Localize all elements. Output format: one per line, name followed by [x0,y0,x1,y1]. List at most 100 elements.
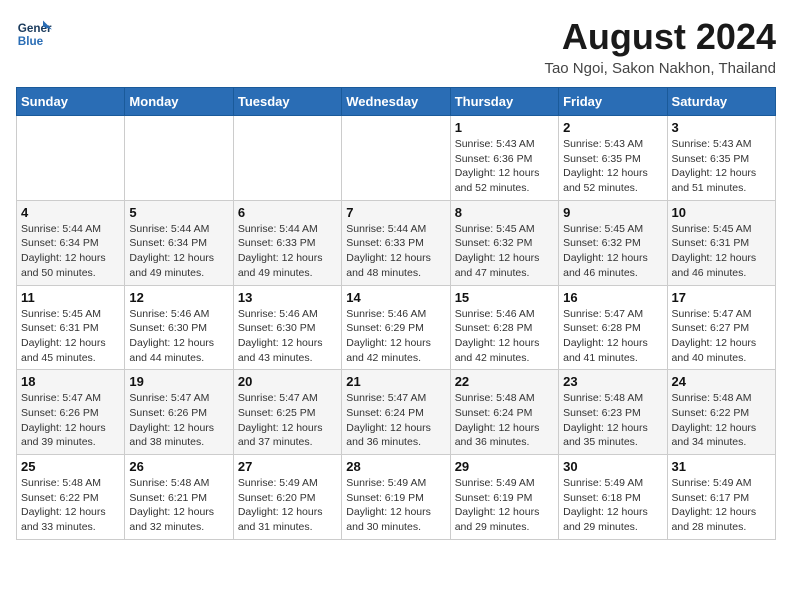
day-cell [342,116,450,201]
day-cell: 17Sunrise: 5:47 AM Sunset: 6:27 PM Dayli… [667,285,775,370]
day-info: Sunrise: 5:49 AM Sunset: 6:19 PM Dayligh… [346,476,445,535]
day-number: 11 [21,290,120,305]
day-info: Sunrise: 5:44 AM Sunset: 6:34 PM Dayligh… [129,222,228,281]
week-row-3: 11Sunrise: 5:45 AM Sunset: 6:31 PM Dayli… [17,285,776,370]
day-number: 14 [346,290,445,305]
day-cell: 2 Sunrise: 5:43 AM Sunset: 6:35 PM Daylig… [559,116,667,201]
svg-text:Blue: Blue [18,35,44,48]
week-row-4: 18 Sunrise: 5:47 AM Sunset: 6:26 PM Dayli… [17,370,776,455]
day-info: Sunrise: 5:48 AM Sunset: 6:24 PM Dayligh… [455,391,554,450]
day-cell: 21Sunrise: 5:47 AM Sunset: 6:24 PM Dayli… [342,370,450,455]
calendar-body: 1 Sunrise: 5:43 AM Sunset: 6:36 PM Daylig… [17,116,776,540]
day-info: Sunrise: 5:45 AM Sunset: 6:32 PM Dayligh… [563,222,662,281]
header-cell-thursday: Thursday [450,88,558,116]
day-cell: 3Sunrise: 5:43 AM Sunset: 6:35 PM Daylig… [667,116,775,201]
calendar-title: August 2024 [544,16,776,58]
calendar-table: SundayMondayTuesdayWednesdayThursdayFrid… [16,87,776,540]
day-info: Sunrise: 5:45 AM Sunset: 6:31 PM Dayligh… [672,222,771,281]
header-cell-saturday: Saturday [667,88,775,116]
day-info: Sunrise: 5:46 AM Sunset: 6:30 PM Dayligh… [238,307,337,366]
day-cell: 1 Sunrise: 5:43 AM Sunset: 6:36 PM Daylig… [450,116,558,201]
day-number: 20 [238,374,337,389]
day-cell: 22 Sunrise: 5:48 AM Sunset: 6:24 PM Dayli… [450,370,558,455]
week-row-1: 1 Sunrise: 5:43 AM Sunset: 6:36 PM Daylig… [17,116,776,201]
day-info: Sunrise: 5:44 AM Sunset: 6:34 PM Dayligh… [21,222,120,281]
header-cell-sunday: Sunday [17,88,125,116]
day-number: 4 [21,205,120,220]
day-info: Sunrise: 5:44 AM Sunset: 6:33 PM Dayligh… [346,222,445,281]
day-cell: 30Sunrise: 5:49 AM Sunset: 6:18 PM Dayli… [559,455,667,540]
day-number: 1 [455,120,554,135]
day-info: Sunrise: 5:49 AM Sunset: 6:19 PM Dayligh… [455,476,554,535]
day-number: 19 [129,374,228,389]
day-cell [125,116,233,201]
day-cell: 9 Sunrise: 5:45 AM Sunset: 6:32 PM Daylig… [559,200,667,285]
calendar-header-row: SundayMondayTuesdayWednesdayThursdayFrid… [17,88,776,116]
day-info: Sunrise: 5:45 AM Sunset: 6:32 PM Dayligh… [455,222,554,281]
header-cell-monday: Monday [125,88,233,116]
day-cell [233,116,341,201]
day-info: Sunrise: 5:48 AM Sunset: 6:21 PM Dayligh… [129,476,228,535]
day-number: 3 [672,120,771,135]
logo-icon: General Blue [16,16,52,52]
day-number: 9 [563,205,662,220]
day-cell: 4 Sunrise: 5:44 AM Sunset: 6:34 PM Daylig… [17,200,125,285]
day-number: 22 [455,374,554,389]
day-cell: 27 Sunrise: 5:49 AM Sunset: 6:20 PM Dayli… [233,455,341,540]
header-cell-friday: Friday [559,88,667,116]
day-info: Sunrise: 5:47 AM Sunset: 6:24 PM Dayligh… [346,391,445,450]
logo: General Blue [16,16,52,52]
day-cell: 8 Sunrise: 5:45 AM Sunset: 6:32 PM Daylig… [450,200,558,285]
day-number: 7 [346,205,445,220]
day-number: 8 [455,205,554,220]
day-number: 27 [238,459,337,474]
day-cell [17,116,125,201]
week-row-2: 4 Sunrise: 5:44 AM Sunset: 6:34 PM Daylig… [17,200,776,285]
day-info: Sunrise: 5:46 AM Sunset: 6:30 PM Dayligh… [129,307,228,366]
day-number: 23 [563,374,662,389]
day-cell: 25 Sunrise: 5:48 AM Sunset: 6:22 PM Dayli… [17,455,125,540]
day-info: Sunrise: 5:46 AM Sunset: 6:29 PM Dayligh… [346,307,445,366]
day-number: 13 [238,290,337,305]
day-cell: 10Sunrise: 5:45 AM Sunset: 6:31 PM Dayli… [667,200,775,285]
day-info: Sunrise: 5:43 AM Sunset: 6:36 PM Dayligh… [455,137,554,196]
day-cell: 20Sunrise: 5:47 AM Sunset: 6:25 PM Dayli… [233,370,341,455]
day-number: 12 [129,290,228,305]
day-cell: 28Sunrise: 5:49 AM Sunset: 6:19 PM Dayli… [342,455,450,540]
day-cell: 13 Sunrise: 5:46 AM Sunset: 6:30 PM Dayli… [233,285,341,370]
day-info: Sunrise: 5:49 AM Sunset: 6:18 PM Dayligh… [563,476,662,535]
day-info: Sunrise: 5:49 AM Sunset: 6:20 PM Dayligh… [238,476,337,535]
day-cell: 14 Sunrise: 5:46 AM Sunset: 6:29 PM Dayli… [342,285,450,370]
header-cell-tuesday: Tuesday [233,88,341,116]
day-number: 18 [21,374,120,389]
day-number: 24 [672,374,771,389]
day-info: Sunrise: 5:47 AM Sunset: 6:26 PM Dayligh… [21,391,120,450]
day-info: Sunrise: 5:47 AM Sunset: 6:26 PM Dayligh… [129,391,228,450]
day-number: 31 [672,459,771,474]
day-number: 17 [672,290,771,305]
day-info: Sunrise: 5:46 AM Sunset: 6:28 PM Dayligh… [455,307,554,366]
day-info: Sunrise: 5:49 AM Sunset: 6:17 PM Dayligh… [672,476,771,535]
day-number: 16 [563,290,662,305]
svg-text:General: General [18,22,52,35]
title-area: August 2024 Tao Ngoi, Sakon Nakhon, Thai… [544,16,776,77]
calendar-subtitle: Tao Ngoi, Sakon Nakhon, Thailand [544,60,776,77]
day-cell: 31 Sunrise: 5:49 AM Sunset: 6:17 PM Dayli… [667,455,775,540]
day-cell: 29Sunrise: 5:49 AM Sunset: 6:19 PM Dayli… [450,455,558,540]
day-number: 25 [21,459,120,474]
day-number: 5 [129,205,228,220]
day-cell: 19 Sunrise: 5:47 AM Sunset: 6:26 PM Dayli… [125,370,233,455]
day-info: Sunrise: 5:48 AM Sunset: 6:23 PM Dayligh… [563,391,662,450]
day-info: Sunrise: 5:47 AM Sunset: 6:28 PM Dayligh… [563,307,662,366]
day-cell: 12 Sunrise: 5:46 AM Sunset: 6:30 PM Dayli… [125,285,233,370]
header-cell-wednesday: Wednesday [342,88,450,116]
day-cell: 5 Sunrise: 5:44 AM Sunset: 6:34 PM Daylig… [125,200,233,285]
day-number: 2 [563,120,662,135]
day-cell: 16 Sunrise: 5:47 AM Sunset: 6:28 PM Dayli… [559,285,667,370]
day-info: Sunrise: 5:43 AM Sunset: 6:35 PM Dayligh… [563,137,662,196]
day-cell: 26Sunrise: 5:48 AM Sunset: 6:21 PM Dayli… [125,455,233,540]
header: General Blue August 2024 Tao Ngoi, Sakon… [16,16,776,77]
day-info: Sunrise: 5:48 AM Sunset: 6:22 PM Dayligh… [21,476,120,535]
day-cell: 7 Sunrise: 5:44 AM Sunset: 6:33 PM Daylig… [342,200,450,285]
day-info: Sunrise: 5:48 AM Sunset: 6:22 PM Dayligh… [672,391,771,450]
